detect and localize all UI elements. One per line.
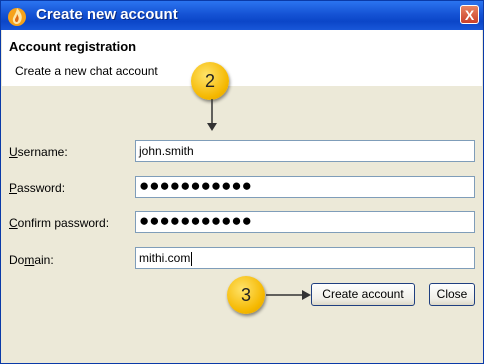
step-3-callout: 3 <box>227 276 265 314</box>
step-2-callout: 2 <box>191 62 229 100</box>
password-field[interactable]: ●●●●●●●●●●● <box>135 176 475 198</box>
close-window-button[interactable]: X <box>460 5 479 24</box>
password-label: Password: <box>9 181 66 195</box>
header-subtitle: Create a new chat account <box>15 64 158 78</box>
create-account-button[interactable]: Create account <box>311 283 415 306</box>
create-account-dialog: Create new account X Account registratio… <box>0 0 484 364</box>
dialog-header: Account registration Create a new chat a… <box>2 30 482 86</box>
username-field[interactable]: john.smith <box>135 140 475 162</box>
close-button[interactable]: Close <box>429 283 475 306</box>
username-label: Username: <box>9 145 68 159</box>
down-arrow-icon <box>207 99 217 131</box>
domain-field[interactable]: mithi.com <box>135 247 475 269</box>
flame-icon <box>8 8 26 26</box>
text-caret <box>191 251 193 266</box>
right-arrow-icon <box>266 290 311 300</box>
title-bar[interactable]: Create new account X <box>1 1 483 30</box>
confirm-password-field[interactable]: ●●●●●●●●●●● <box>135 211 475 233</box>
confirm-password-label: Confirm password: <box>9 216 110 230</box>
window-title: Create new account <box>36 6 178 23</box>
domain-label: Domain: <box>9 253 54 267</box>
header-title: Account registration <box>9 39 137 54</box>
